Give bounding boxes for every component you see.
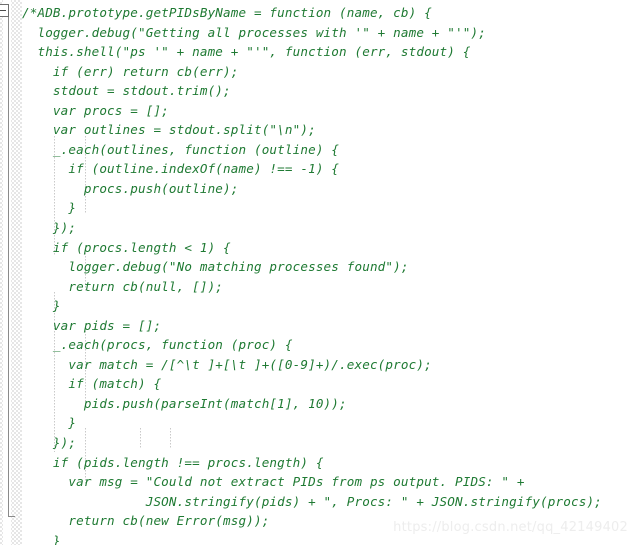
code-line[interactable]: stdout = stdout.trim(); [22, 81, 602, 101]
code-line[interactable]: procs.push(outline); [22, 179, 602, 199]
watermark-text: https://blog.csdn.net/qq_42149402 [393, 520, 628, 535]
code-line[interactable]: return cb(null, []); [22, 277, 602, 297]
code-line[interactable]: _.each(procs, function (proc) { [22, 335, 602, 355]
code-line[interactable]: this.shell("ps '" + name + "'", function… [22, 42, 602, 62]
code-block[interactable]: /*ADB.prototype.getPIDsByName = function… [22, 3, 602, 545]
code-line[interactable]: _.each(outlines, function (outline) { [22, 140, 602, 160]
code-line[interactable]: var msg = "Could not extract PIDs from p… [22, 472, 602, 492]
code-line[interactable]: var procs = []; [22, 101, 602, 121]
code-line[interactable]: }); [22, 433, 602, 453]
code-line[interactable]: /*ADB.prototype.getPIDsByName = function… [22, 3, 602, 23]
gutter-fold-track [3, 0, 11, 545]
code-line[interactable]: if (outline.indexOf(name) !== -1) { [22, 159, 602, 179]
code-line[interactable]: logger.debug("Getting all processes with… [22, 23, 602, 43]
fold-collapse-icon[interactable] [0, 4, 9, 17]
code-line[interactable]: }); [22, 218, 602, 238]
code-line[interactable]: pids.push(parseInt(match[1], 10)); [22, 394, 602, 414]
code-line[interactable]: } [22, 413, 602, 433]
code-line[interactable]: } [22, 296, 602, 316]
code-line[interactable]: if (match) { [22, 374, 602, 394]
code-line[interactable]: JSON.stringify(pids) + ", Procs: " + JSO… [22, 492, 602, 512]
code-line[interactable]: logger.debug("No matching processes foun… [22, 257, 602, 277]
code-line[interactable]: if (pids.length !== procs.length) { [22, 453, 602, 473]
code-line[interactable]: var pids = []; [22, 316, 602, 336]
fold-region-end-marker [8, 516, 15, 517]
fold-region-line [8, 17, 9, 516]
code-line[interactable]: if (err) return cb(err); [22, 62, 602, 82]
code-line[interactable]: } [22, 198, 602, 218]
code-editor: /*ADB.prototype.getPIDsByName = function… [0, 0, 637, 545]
code-line[interactable]: var match = /[^\t ]+[\t ]+([0-9]+)/.exec… [22, 355, 602, 375]
code-line[interactable]: var outlines = stdout.split("\n"); [22, 120, 602, 140]
code-surface[interactable]: /*ADB.prototype.getPIDsByName = function… [22, 0, 637, 545]
code-line[interactable]: if (procs.length < 1) { [22, 238, 602, 258]
